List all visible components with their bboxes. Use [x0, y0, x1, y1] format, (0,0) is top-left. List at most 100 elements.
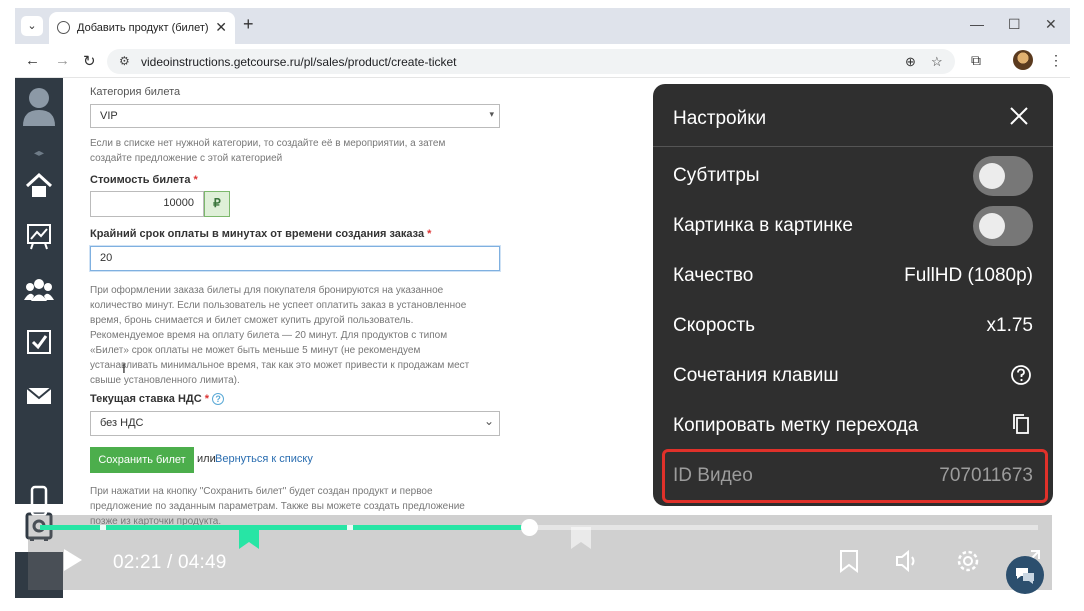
tasks-checkbox-icon[interactable] [23, 326, 55, 358]
bookmark-star-icon[interactable]: ☆ [931, 54, 943, 70]
browser-toolbar: ← → ↻ ⚙ videoinstructions.getcourse.ru/p… [15, 44, 1070, 78]
dropdown-arrow-icon: ▾ [489, 109, 494, 119]
progress-fill [40, 525, 529, 530]
vat-label-row: Текущая ставка НДС * ? [90, 393, 225, 405]
deadline-help-line: «Билет» срок оплаты не может быть меньше… [90, 345, 421, 356]
vat-label: Текущая ставка НДС [90, 393, 202, 405]
price-input[interactable]: 10000 [90, 191, 204, 217]
quality-value[interactable]: FullHD (1080p) [904, 265, 1033, 287]
price-label: Стоимость билета [90, 174, 191, 186]
deadline-label: Крайний срок оплаты в минутах от времени… [90, 228, 425, 240]
toggle-knob [979, 213, 1005, 239]
chevron-down-icon: ⌄ [483, 414, 494, 428]
price-label-row: Стоимость билета * [90, 174, 198, 186]
home-icon[interactable] [23, 170, 55, 202]
screen: ⌄ Добавить продукт (билет) ✕ + — ☐ ✕ ← →… [0, 0, 1084, 611]
deadline-label-row: Крайний срок оплаты в минутах от времени… [90, 228, 431, 240]
profile-avatar[interactable] [1013, 50, 1033, 70]
minimize-icon[interactable]: — [970, 16, 984, 32]
reload-icon[interactable]: ↻ [83, 52, 96, 70]
required-mark: * [193, 174, 198, 186]
vat-value: без НДС [100, 417, 144, 429]
back-to-list-link[interactable]: Вернуться к списку [215, 453, 313, 465]
url-text: videoinstructions.getcourse.ru/pl/sales/… [141, 55, 457, 69]
copy-icon[interactable] [1009, 412, 1033, 436]
progress-knob[interactable] [521, 519, 538, 536]
menu-icon[interactable]: ⋮ [1049, 52, 1063, 69]
speed-value[interactable]: x1.75 [987, 315, 1033, 337]
chapter-divider [100, 525, 106, 530]
vat-select[interactable]: без НДС ⌄ [90, 411, 500, 436]
category-select[interactable]: VIP ▾ [90, 104, 500, 128]
deadline-help-line: время, бронь снимается и билет сможет ку… [90, 315, 414, 326]
help-circle-icon[interactable] [1009, 363, 1033, 387]
bookmark-marker-icon[interactable] [239, 527, 259, 549]
text-cursor-icon: I [122, 360, 126, 376]
new-tab-icon[interactable]: + [243, 14, 254, 35]
required-mark: * [427, 228, 432, 240]
help-question-icon[interactable]: ? [212, 393, 225, 405]
forward-icon[interactable]: → [55, 52, 70, 69]
collapse-icon[interactable]: ◂▸ [23, 138, 55, 170]
back-icon[interactable]: ← [25, 52, 40, 69]
tab-title: Добавить продукт (билет) [77, 22, 209, 34]
deadline-help-line: Рекомендуемое время на оплату билета — 2… [90, 330, 448, 341]
required-mark: * [204, 393, 210, 405]
deadline-help-line: свыше установленного лимита). [90, 375, 240, 386]
chapter-divider [347, 525, 353, 530]
mail-icon[interactable] [23, 380, 55, 412]
chart-board-icon[interactable] [23, 220, 55, 252]
play-icon[interactable] [64, 549, 82, 571]
toggle-knob [979, 163, 1005, 189]
deadline-help-line: устанавливать минимальное время, так как… [90, 360, 470, 371]
maximize-icon[interactable]: ☐ [1008, 16, 1021, 33]
volume-icon[interactable] [894, 548, 920, 574]
settings-title: Настройки [673, 108, 767, 129]
globe-icon [57, 21, 70, 34]
zoom-icon[interactable]: ⊕ [905, 54, 916, 70]
settings-divider [653, 146, 1053, 147]
deadline-value: 20 [100, 252, 113, 264]
subtitles-toggle[interactable] [973, 156, 1033, 196]
tab-close-icon[interactable]: ✕ [215, 19, 227, 36]
playback-time: 02:21 / 04:49 [113, 552, 227, 573]
extensions-icon[interactable]: ⧉ [971, 52, 981, 69]
hotkeys-label[interactable]: Сочетания клавиш [673, 365, 839, 387]
category-help-line: создайте предложение с этой категорией [90, 153, 283, 164]
video-id-label: ID Видео [673, 465, 753, 486]
mobile-icon[interactable] [23, 484, 55, 518]
video-id-value[interactable]: 707011673 [939, 465, 1033, 487]
browser-tabbar: ⌄ Добавить продукт (билет) ✕ + — ☐ ✕ [15, 8, 1070, 44]
deadline-help-line: При оформлении заказа билеты для покупат… [90, 285, 444, 296]
copy-mark-label[interactable]: Копировать метку перехода [673, 415, 918, 437]
pip-label: Картинка в картинке [673, 215, 853, 236]
footer-help-line: предложение по заданным параметрам. Такж… [90, 501, 465, 512]
bookmark-marker-icon[interactable] [571, 527, 591, 549]
quality-label[interactable]: Качество [673, 265, 753, 287]
settings-gear-icon[interactable] [955, 548, 981, 574]
pip-toggle[interactable] [973, 206, 1033, 246]
tab-search-button[interactable]: ⌄ [21, 16, 43, 36]
subtitles-label: Субтитры [673, 165, 760, 186]
deadline-input[interactable]: 20 [90, 246, 500, 271]
category-help-line: Если в списке нет нужной категории, то с… [90, 138, 446, 149]
deadline-help: При оформлении заказа билеты для покупат… [90, 283, 469, 388]
bookmark-icon[interactable] [836, 548, 862, 574]
currency-addon: ₽ [204, 191, 230, 217]
price-value: 10000 [163, 197, 194, 209]
deadline-help-line: количество минут. Если пользователь не у… [90, 300, 467, 311]
category-value: VIP [100, 110, 118, 122]
speed-label[interactable]: Скорость [673, 315, 755, 337]
browser-tab[interactable]: Добавить продукт (билет) ✕ [49, 12, 235, 44]
save-ticket-button[interactable]: Сохранить билет [90, 447, 194, 473]
close-icon[interactable] [1007, 104, 1031, 128]
site-settings-icon[interactable]: ⚙ [119, 54, 130, 68]
category-help: Если в списке нет нужной категории, то с… [90, 136, 445, 166]
window-close-icon[interactable]: ✕ [1045, 16, 1057, 33]
address-bar[interactable]: ⚙ videoinstructions.getcourse.ru/pl/sale… [107, 49, 955, 74]
chat-widget-button[interactable] [1006, 556, 1044, 594]
player-settings-panel: Настройки Субтитры Картинка в картинке К… [653, 84, 1053, 506]
user-avatar-icon[interactable] [22, 86, 56, 126]
or-text: или [197, 453, 216, 465]
users-icon[interactable] [23, 274, 55, 306]
